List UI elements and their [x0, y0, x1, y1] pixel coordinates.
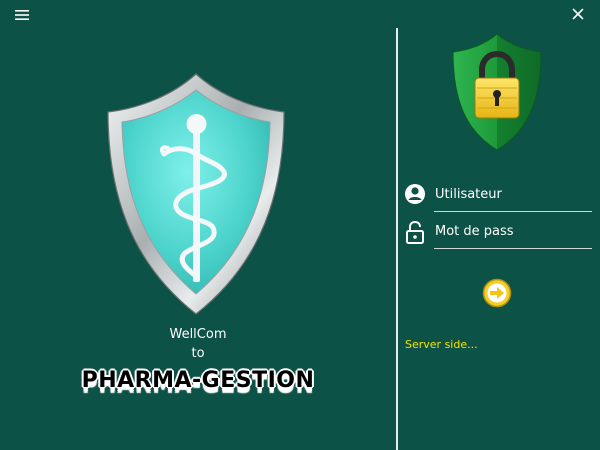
menu-button[interactable]	[14, 8, 32, 22]
close-button[interactable]	[570, 6, 586, 22]
password-underline	[434, 248, 592, 249]
medical-shield-logo	[104, 72, 288, 316]
username-label: Utilisateur	[435, 187, 502, 202]
arrow-right-circle-icon	[482, 278, 512, 308]
welcome-text: WellCom	[169, 327, 227, 342]
username-field[interactable]: Utilisateur	[404, 183, 592, 212]
welcome-to-text: to	[191, 346, 205, 361]
password-label: Mot de pass	[435, 224, 514, 239]
caduceus-shield-icon	[107, 73, 285, 315]
user-icon	[405, 184, 425, 204]
lock-shield-icon	[452, 33, 542, 151]
panel-divider	[396, 28, 398, 450]
padlock-icon	[406, 220, 424, 244]
login-submit-button[interactable]	[482, 278, 512, 308]
security-lock-logo	[451, 32, 543, 152]
hamburger-icon	[15, 10, 29, 20]
password-field[interactable]: Mot de pass	[404, 220, 592, 249]
username-underline	[434, 211, 592, 212]
close-icon	[572, 8, 584, 20]
app-brand-title: PHARMA-GESTION	[81, 368, 315, 393]
server-status-text: Server side...	[405, 338, 478, 351]
